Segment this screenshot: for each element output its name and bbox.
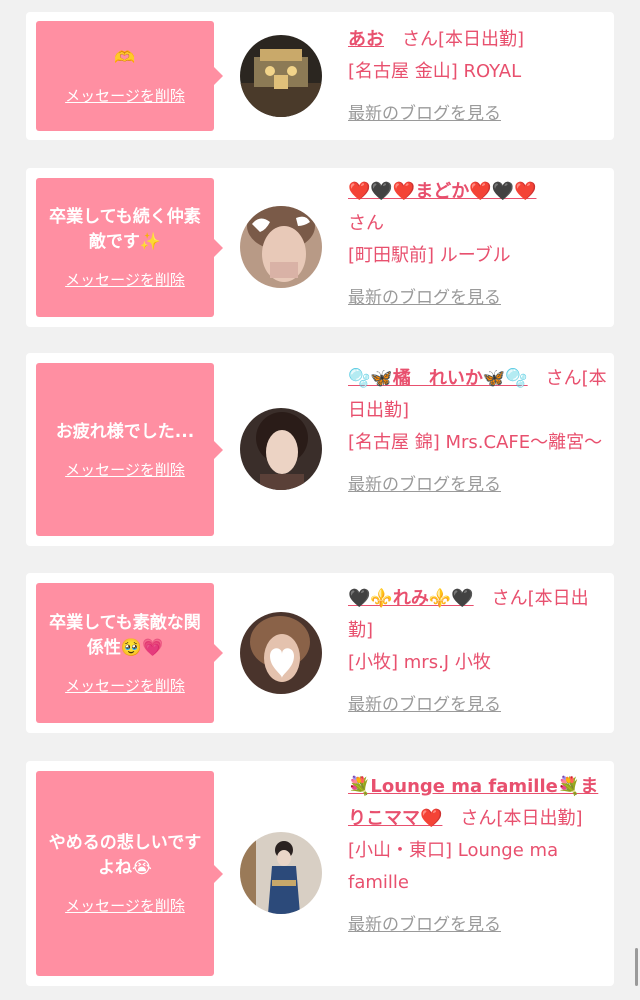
shop-label: [町田駅前] ルーブル [348,245,511,266]
message-bubble: 卒業しても素敵な関係性🥹💗 メッセージを削除 [36,583,223,723]
shop-label: [小山・東口] Lounge ma famille [348,840,559,893]
delete-message-link[interactable]: メッセージを削除 [65,459,185,480]
avatar[interactable] [240,832,322,914]
message-bubble: やめるの悲しいですよね😭 メッセージを削除 [36,771,223,976]
name-line: 💐Lounge ma famille💐まりこママ❤️ さん[本日出勤] [348,771,610,835]
cast-name-link[interactable]: 🖤⚜️れみ⚜️🖤 [348,588,474,609]
latest-blog-link[interactable]: 最新のブログを見る [348,909,501,941]
cast-info: あお さん[本日出勤] [名古屋 金山] ROYAL 最新のブログを見る [348,24,610,130]
message-text: 卒業しても続く仲素敵です✨ [49,207,201,252]
message-bubble: 🫶 メッセージを削除 [36,21,223,131]
name-line: あお さん[本日出勤] [348,24,610,56]
message-text: やめるの悲しいですよね😭 [48,833,202,878]
san-status: さん[本日出勤] [402,29,525,50]
cast-info: 🫧🦋橘 れいか🦋🫧 さん[本日出勤] [名古屋 錦] Mrs.CAFE〜離宮〜 … [348,363,610,501]
shop-label: [名古屋 錦] Mrs.CAFE〜離宮〜 [348,432,603,453]
cast-name-link[interactable]: 🫧🦋橘 れいか🦋🫧 [348,368,528,389]
shop-label: [名古屋 金山] ROYAL [348,61,522,82]
avatar[interactable] [240,612,322,694]
message-card: お疲れ様でした... メッセージを削除 🫧🦋橘 れいか🦋🫧 さん[本日出勤] [… [26,353,614,546]
cast-name-link[interactable]: ❤️🖤❤️まどか❤️🖤❤️ [348,181,536,202]
message-text: 🫶 [114,48,136,68]
avatar[interactable] [240,206,322,288]
delete-message-link[interactable]: メッセージを削除 [65,675,185,696]
delete-message-link[interactable]: メッセージを削除 [65,85,185,106]
delete-message-link[interactable]: メッセージを削除 [65,895,185,916]
message-card: 卒業しても素敵な関係性🥹💗 メッセージを削除 🖤⚜️れみ⚜️🖤 さん[本日出勤]… [26,573,614,733]
avatar[interactable] [240,35,322,117]
latest-blog-link[interactable]: 最新のブログを見る [348,282,501,314]
cast-info: 💐Lounge ma famille💐まりこママ❤️ さん[本日出勤] [小山・… [348,771,610,941]
san-status: さん [348,213,384,234]
message-text: 卒業しても素敵な関係性🥹💗 [49,612,201,658]
latest-blog-link[interactable]: 最新のブログを見る [348,98,501,130]
delete-message-link[interactable]: メッセージを削除 [65,269,185,290]
cast-name-link[interactable]: あお [348,29,384,50]
shop-label: [小牧] mrs.J 小牧 [348,652,491,673]
name-line: 🖤⚜️れみ⚜️🖤 さん[本日出勤] [348,583,610,647]
cast-info: 🖤⚜️れみ⚜️🖤 さん[本日出勤] [小牧] mrs.J 小牧 最新のブログを見… [348,583,610,721]
message-bubble: 卒業しても続く仲素敵です✨ メッセージを削除 [36,178,223,317]
latest-blog-link[interactable]: 最新のブログを見る [348,689,501,721]
message-text: お疲れ様でした... [55,421,195,442]
latest-blog-link[interactable]: 最新のブログを見る [348,469,501,501]
cast-info: ❤️🖤❤️まどか❤️🖤❤️ さん [町田駅前] ルーブル 最新のブログを見る [348,176,610,314]
san-status: さん[本日出勤] [460,808,583,829]
avatar[interactable] [240,408,322,490]
message-card: やめるの悲しいですよね😭 メッセージを削除 💐Lounge ma famille… [26,761,614,986]
message-card: 🫶 メッセージを削除 あお さん[本日出勤] [名古屋 金山] ROYAL 最新… [26,12,614,140]
message-card: 卒業しても続く仲素敵です✨ メッセージを削除 ❤️🖤❤️まどか❤️🖤❤️ さん … [26,168,614,327]
scrollbar[interactable] [635,948,638,986]
message-bubble: お疲れ様でした... メッセージを削除 [36,363,223,536]
name-line: 🫧🦋橘 れいか🦋🫧 さん[本日出勤] [348,363,610,427]
name-line: ❤️🖤❤️まどか❤️🖤❤️ [348,176,610,208]
